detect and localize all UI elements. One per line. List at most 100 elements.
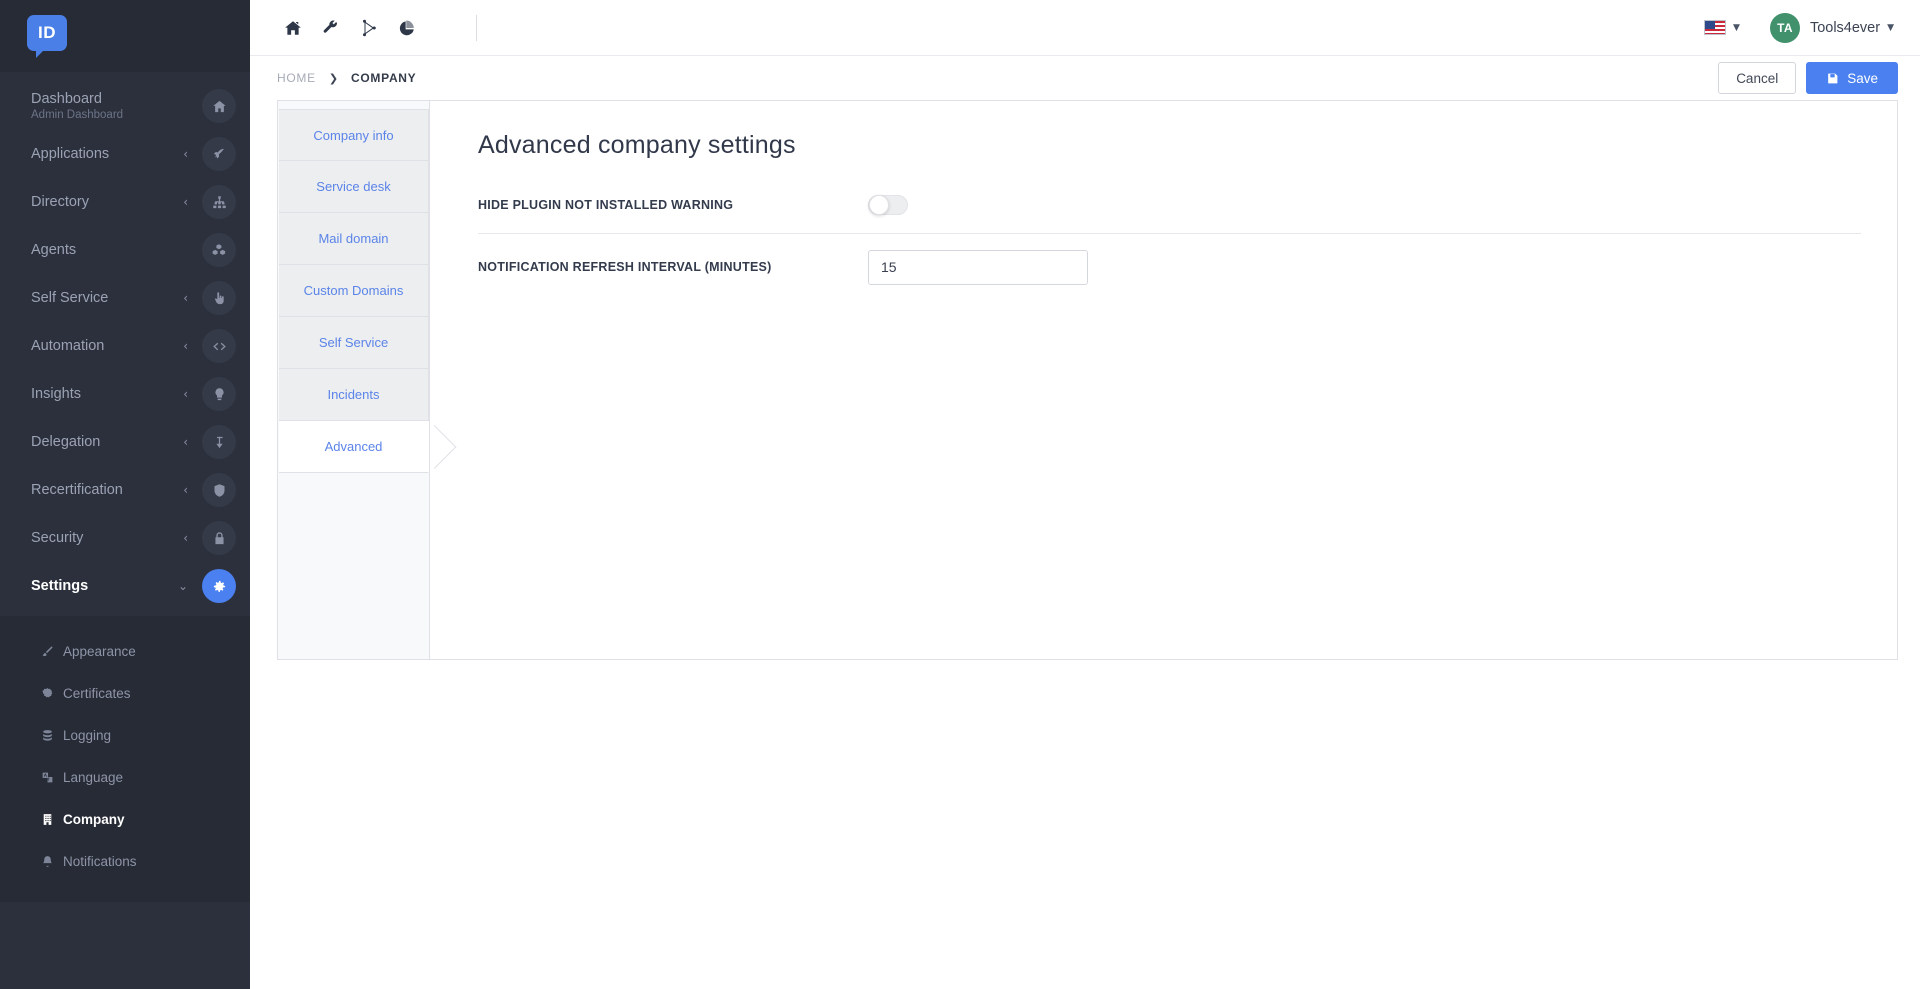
- language-icon: [38, 771, 56, 784]
- logo-tail: [36, 49, 45, 58]
- field-label: HIDE PLUGIN NOT INSTALLED WARNING: [478, 197, 734, 212]
- tab-service-desk[interactable]: Service desk: [279, 161, 429, 213]
- pie-chart-icon[interactable]: [388, 9, 426, 47]
- id-logo-icon: ID: [27, 15, 67, 58]
- chevron-left-icon: ‹: [183, 483, 188, 497]
- nav-text: Settings: [31, 578, 178, 595]
- rocket-icon: [202, 137, 236, 171]
- sidebar-item-settings[interactable]: Settings ⌄: [0, 562, 250, 610]
- sidebar-item-label: Directory: [31, 193, 90, 210]
- sidebar-item-label: Delegation: [31, 433, 101, 450]
- us-flag-icon: [1704, 20, 1727, 35]
- chevron-left-icon: ‹: [183, 435, 188, 449]
- hide-plugin-warning-toggle[interactable]: [868, 194, 908, 215]
- code-icon: [202, 329, 236, 363]
- wrench-icon[interactable]: [312, 9, 350, 47]
- sidebar-item-label: Applications: [31, 145, 110, 162]
- logo-area[interactable]: ID: [0, 0, 250, 72]
- nav-text: Delegation: [31, 434, 183, 451]
- home-icon: [202, 89, 236, 123]
- sidebar-subitem-company[interactable]: Company: [0, 798, 250, 840]
- form-column: Advanced company settings HIDE PLUGIN NO…: [430, 101, 1897, 659]
- sidebar-subitem-logging[interactable]: Logging: [0, 714, 250, 756]
- action-buttons: Cancel Save: [1718, 62, 1898, 94]
- help-icon[interactable]: [426, 9, 464, 47]
- tab-advanced[interactable]: Advanced: [279, 421, 429, 473]
- save-button[interactable]: Save: [1806, 62, 1898, 94]
- sidebar-item-self-service[interactable]: Self Service ‹: [0, 274, 250, 322]
- language-selector[interactable]: ▼: [1698, 14, 1746, 41]
- certificate-icon: [38, 687, 56, 700]
- lightbulb-icon: [202, 377, 236, 411]
- sidebar-item-sublabel: Admin Dashboard: [31, 109, 124, 122]
- settings-panel: Company info Service desk Mail domain Cu…: [277, 100, 1898, 660]
- sidebar-subitem-label: Logging: [63, 727, 112, 743]
- sidebar-item-security[interactable]: Security ‹: [0, 514, 250, 562]
- sidebar-item-label: Recertification: [31, 481, 123, 498]
- sidebar: ID Dashboard Admin Dashboard Application…: [0, 0, 250, 989]
- sidebar-item-dashboard[interactable]: Dashboard Admin Dashboard: [0, 82, 250, 130]
- vertical-tab-list: Company info Service desk Mail domain Cu…: [278, 101, 430, 659]
- notification-refresh-input[interactable]: [868, 249, 1088, 285]
- chevron-left-icon: ‹: [183, 195, 188, 209]
- chevron-left-icon: ‹: [183, 339, 188, 353]
- tab-company-info[interactable]: Company info: [279, 109, 429, 161]
- nav-text: Recertification: [31, 482, 183, 499]
- bell-icon: [38, 855, 56, 868]
- topbar-user-area: ▼ TA Tools4ever ▼: [1698, 9, 1898, 47]
- cancel-button[interactable]: Cancel: [1718, 62, 1797, 94]
- nav-text: Automation: [31, 338, 183, 355]
- chevron-left-icon: ‹: [183, 147, 188, 161]
- chevron-left-icon: ‹: [183, 291, 188, 305]
- sidebar-item-insights[interactable]: Insights ‹: [0, 370, 250, 418]
- shield-icon: [202, 473, 236, 507]
- sidebar-subitem-notifications[interactable]: Notifications: [0, 840, 250, 882]
- sidebar-item-directory[interactable]: Directory ‹: [0, 178, 250, 226]
- sidebar-item-applications[interactable]: Applications ‹: [0, 130, 250, 178]
- home-icon[interactable]: [274, 9, 312, 47]
- connector-icon[interactable]: [350, 9, 388, 47]
- tab-self-service[interactable]: Self Service: [279, 317, 429, 369]
- sidebar-item-delegation[interactable]: Delegation ‹: [0, 418, 250, 466]
- chevron-down-icon: ▼: [1733, 22, 1740, 33]
- tab-mail-domain[interactable]: Mail domain: [279, 213, 429, 265]
- sidebar-subitem-label: Notifications: [63, 853, 137, 869]
- tab-custom-domains[interactable]: Custom Domains: [279, 265, 429, 317]
- nav-text: Self Service: [31, 290, 183, 307]
- chevron-left-icon: ‹: [183, 531, 188, 545]
- sidebar-item-label: Self Service: [31, 289, 109, 306]
- building-icon: [38, 813, 56, 826]
- breadcrumb: HOME ❯ COMPANY: [277, 71, 416, 85]
- topbar: ▼ TA Tools4ever ▼: [250, 0, 1920, 56]
- sidebar-item-label: Security: [31, 529, 84, 546]
- topbar-icons: [274, 9, 477, 47]
- sidebar-item-recertification[interactable]: Recertification ‹: [0, 466, 250, 514]
- sidebar-subitem-appearance[interactable]: Appearance: [0, 630, 250, 672]
- nav-text: Security: [31, 530, 183, 547]
- gear-icon: [202, 569, 236, 603]
- field-label: NOTIFICATION REFRESH INTERVAL (MINUTES): [478, 260, 772, 274]
- chevron-down-icon: ⌄: [177, 579, 188, 593]
- level-down-icon: [202, 425, 236, 459]
- chevron-down-icon: ▼: [1887, 22, 1894, 33]
- sidebar-item-automation[interactable]: Automation ‹: [0, 322, 250, 370]
- floppy-disk-icon: [1828, 73, 1838, 83]
- sidebar-subitem-label: Appearance: [63, 643, 136, 659]
- cubes-icon: [202, 233, 236, 267]
- sitemap-icon: [202, 185, 236, 219]
- chevron-right-icon: ❯: [328, 71, 339, 85]
- toggle-knob: [869, 194, 889, 215]
- content-wrap: Company info Service desk Mail domain Cu…: [250, 100, 1920, 989]
- sidebar-subitem-language[interactable]: Language: [0, 756, 250, 798]
- sidebar-subitem-label: Certificates: [63, 685, 131, 701]
- user-menu[interactable]: TA Tools4ever ▼: [1766, 9, 1898, 47]
- sidebar-subitem-certificates[interactable]: Certificates: [0, 672, 250, 714]
- database-icon: [38, 729, 56, 742]
- tab-incidents[interactable]: Incidents: [279, 369, 429, 421]
- sidebar-item-agents[interactable]: Agents: [0, 226, 250, 274]
- breadcrumb-home[interactable]: HOME: [277, 71, 316, 85]
- sidebar-item-label: Dashboard: [31, 90, 102, 107]
- field-hide-plugin-warning: HIDE PLUGIN NOT INSTALLED WARNING: [478, 178, 1861, 234]
- brush-icon: [38, 645, 56, 658]
